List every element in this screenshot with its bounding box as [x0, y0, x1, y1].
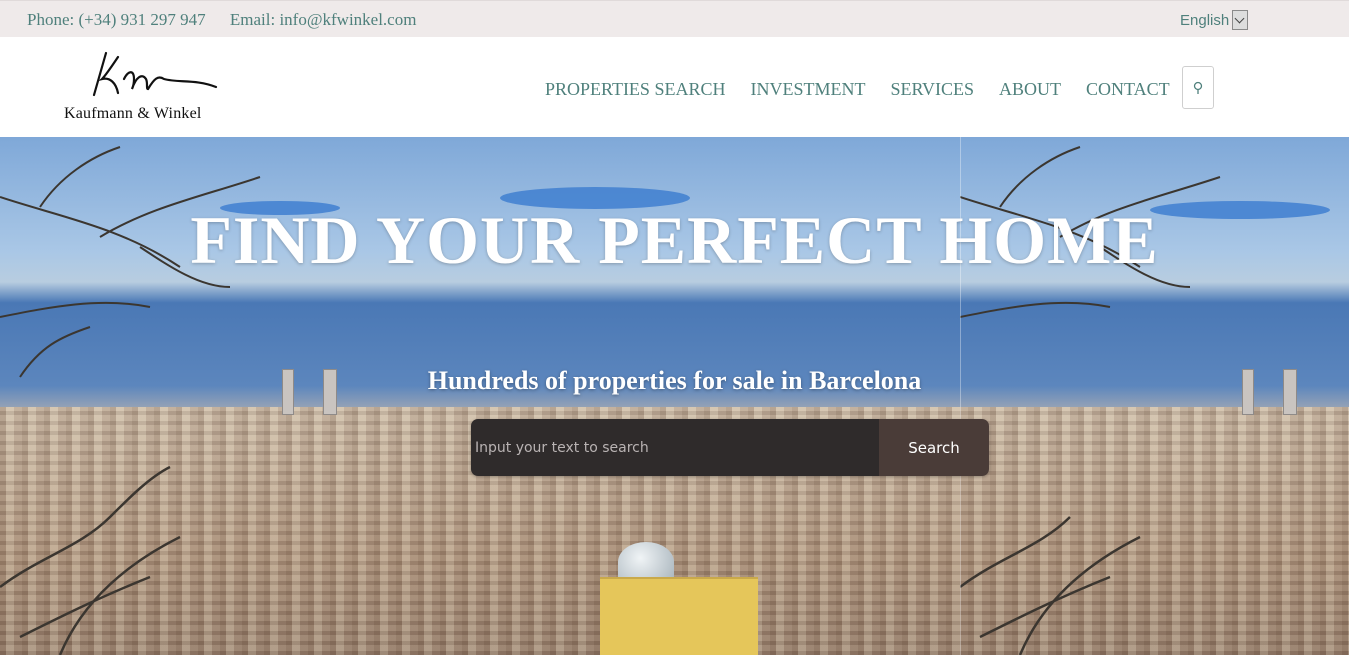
hero-subtitle: Hundreds of properties for sale in Barce…	[427, 366, 922, 395]
nav-services[interactable]: SERVICES	[890, 79, 974, 100]
contact-info: Phone: (+34) 931 297 947 Email: info@kfw…	[27, 10, 436, 30]
hero-banner: FIND YOUR PERFECT HOME Hundreds of prope…	[0, 137, 1349, 655]
search-icon	[1193, 81, 1203, 94]
nav-about[interactable]: ABOUT	[999, 79, 1061, 100]
tree-branch-left-bottom	[0, 465, 181, 655]
observatory-dome	[618, 542, 674, 582]
hero-title: FIND YOUR PERFECT HOME	[190, 202, 1159, 278]
top-bar: Phone: (+34) 931 297 947 Email: info@kfw…	[0, 0, 1349, 37]
main-nav: PROPERTIES SEARCH INVESTMENT SERVICES AB…	[545, 79, 1195, 100]
email-link[interactable]: Email: info@kfwinkel.com	[230, 10, 417, 29]
language-selector[interactable]: English	[1180, 10, 1249, 30]
chevron-down-icon[interactable]	[1232, 10, 1249, 30]
search-input[interactable]	[471, 419, 879, 476]
palace-building	[600, 577, 758, 655]
logo[interactable]: Kaufmann & Winkel	[62, 49, 252, 122]
signature-logo-icon	[92, 51, 218, 97]
search-toggle-button[interactable]	[1182, 66, 1214, 109]
tree-branch-right-bottom	[960, 516, 1141, 655]
phone-text: Phone: (+34) 931 297 947	[27, 10, 206, 29]
property-search-form: Search	[471, 419, 989, 476]
site-header: Kaufmann & Winkel PROPERTIES SEARCH INVE…	[0, 37, 1349, 137]
nav-contact[interactable]: CONTACT	[1086, 79, 1170, 100]
nav-properties-search[interactable]: PROPERTIES SEARCH	[545, 79, 725, 100]
search-button[interactable]: Search	[879, 419, 989, 476]
nav-investment[interactable]: INVESTMENT	[750, 79, 865, 100]
logo-wordmark: Kaufmann & Winkel	[64, 105, 202, 122]
language-label: English	[1180, 11, 1230, 29]
